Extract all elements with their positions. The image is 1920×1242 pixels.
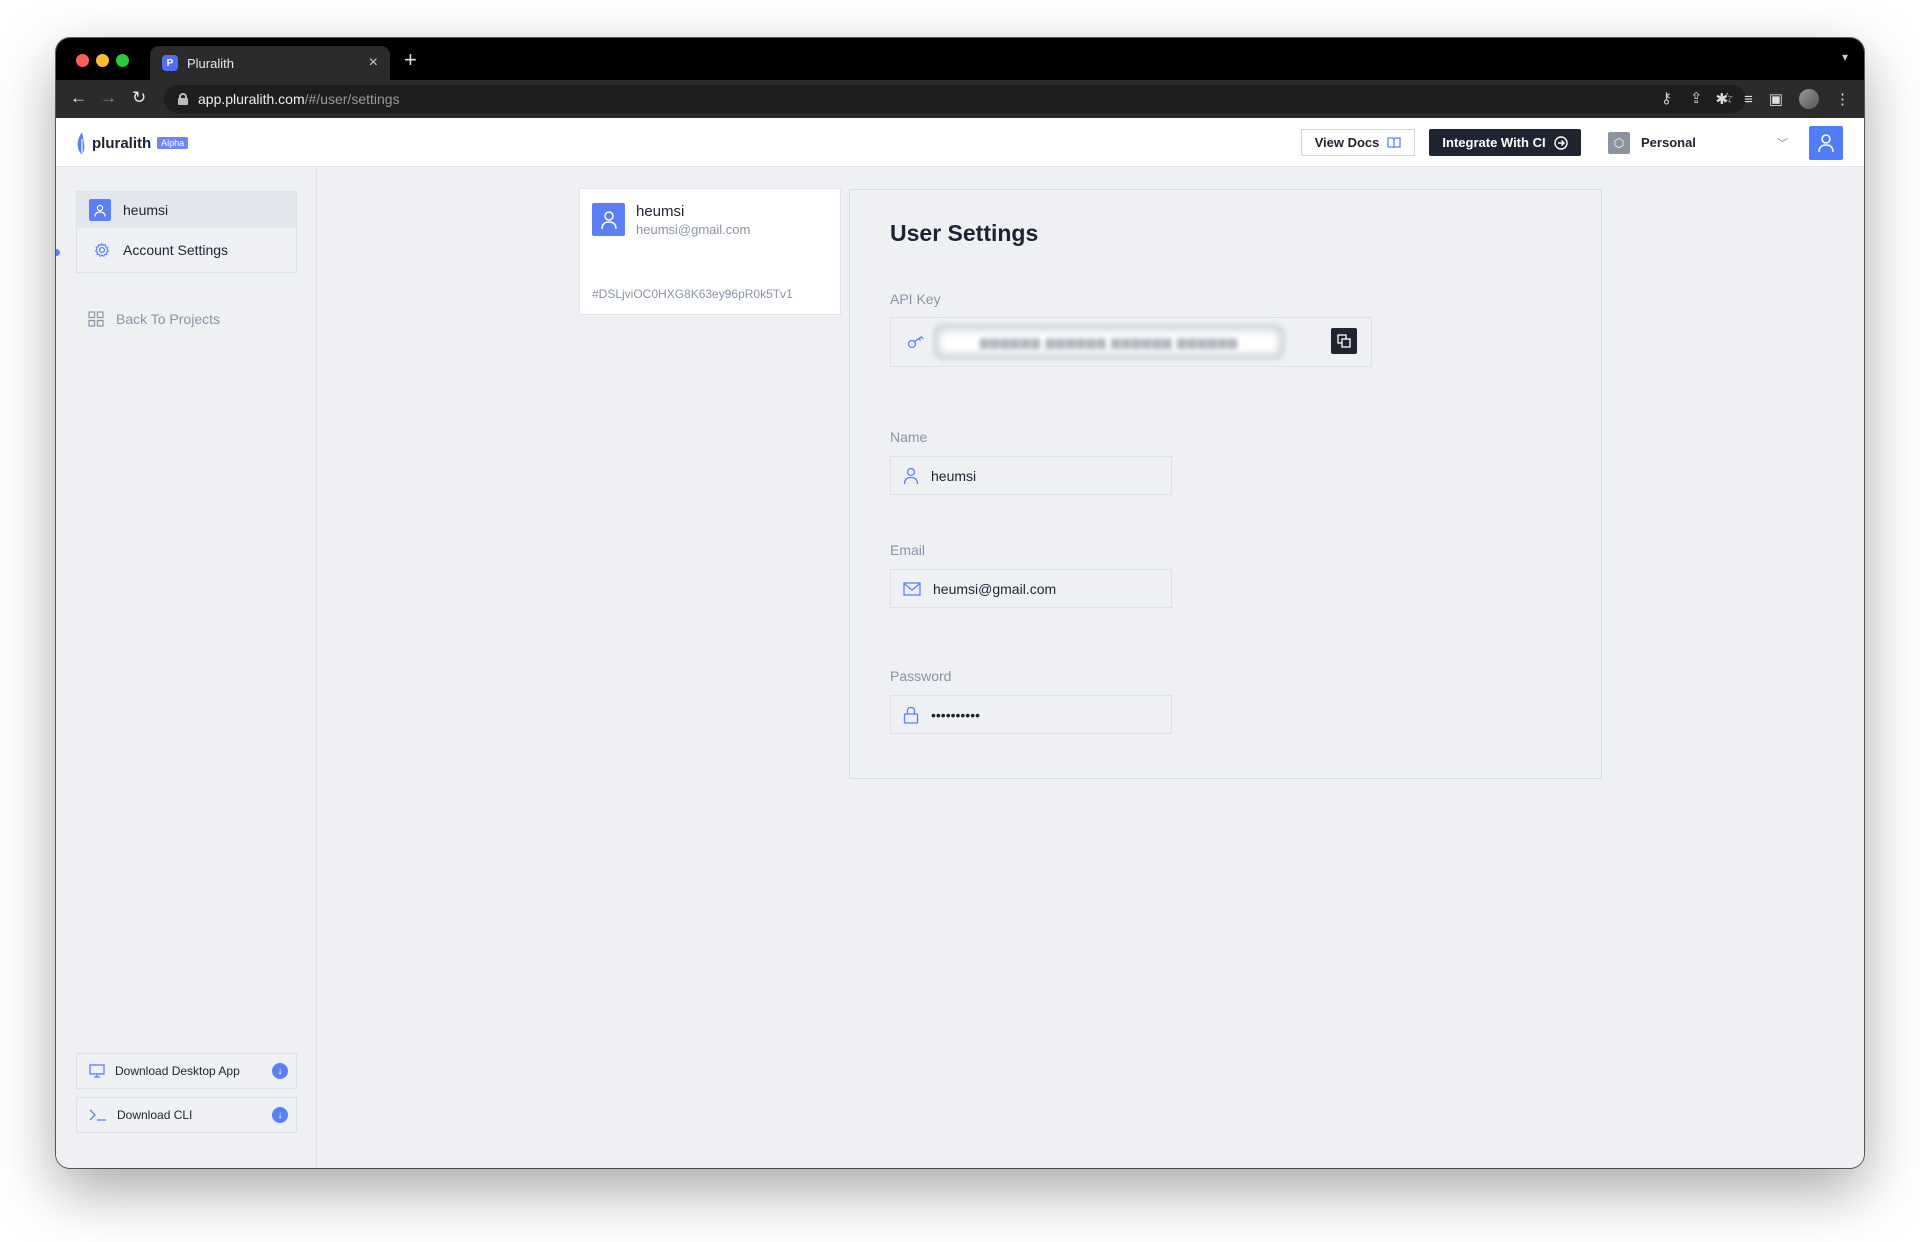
download-cli-label: Download CLI xyxy=(117,1108,193,1122)
user-icon xyxy=(903,467,919,484)
copy-api-key-button[interactable] xyxy=(1331,328,1357,354)
sidebar-item-user[interactable]: heumsi xyxy=(77,192,296,228)
name-label: Name xyxy=(890,429,928,445)
user-settings-panel: User Settings API Key ▆▆▆▆▆▆ ▆▆▆▆▆▆ ▆▆▆▆… xyxy=(849,189,1602,779)
minimize-window-button[interactable] xyxy=(96,54,109,67)
pluralith-logo-icon xyxy=(77,132,85,154)
password-label: Password xyxy=(890,668,952,684)
name-value: heumsi xyxy=(931,467,977,484)
back-arrow-icon[interactable]: ← xyxy=(70,87,87,109)
reading-list-icon[interactable]: ≡ xyxy=(1744,91,1753,108)
pluralith-favicon-icon: P xyxy=(162,55,178,71)
new-tab-button[interactable]: + xyxy=(404,46,417,74)
org-select[interactable]: ⬡ Personal ﹀ xyxy=(1602,126,1798,159)
logo-text: pluralith xyxy=(92,134,152,152)
org-hexagon-icon: ⬡ xyxy=(1608,131,1630,154)
password-value: •••••••••• xyxy=(931,706,981,723)
email-label: Email xyxy=(890,542,926,558)
share-icon[interactable]: ⇪ xyxy=(1690,89,1703,107)
sidebar-user-name: heumsi xyxy=(123,202,169,218)
close-window-button[interactable] xyxy=(76,54,89,67)
key-icon[interactable]: ⚷ xyxy=(1661,89,1672,107)
sidebar-item-account-settings[interactable]: Account Settings xyxy=(77,228,296,272)
lock-icon xyxy=(178,93,188,105)
maximize-window-button[interactable] xyxy=(116,54,129,67)
url-host: app.pluralith.com xyxy=(198,91,305,107)
profile-email: heumsi@gmail.com xyxy=(636,222,751,237)
lock-icon xyxy=(903,706,919,724)
user-icon xyxy=(1818,134,1834,153)
user-menu-button[interactable] xyxy=(1809,126,1843,160)
integrate-with-ci-label: Integrate With CI xyxy=(1442,135,1546,150)
sidebar: heumsi Account Settings Back To Projects… xyxy=(56,167,317,1168)
profile-name: heumsi xyxy=(636,203,685,220)
download-desktop-app-button[interactable]: Download Desktop App ↓ xyxy=(76,1053,297,1089)
side-panel-icon[interactable]: ▣ xyxy=(1769,90,1783,108)
chevron-down-icon: ﹀ xyxy=(1777,137,1788,150)
book-icon xyxy=(1387,136,1402,148)
download-arrow-icon: ↓ xyxy=(272,1063,288,1079)
app-header: pluralith Alpha View Docs Integrate With… xyxy=(56,118,1864,167)
browser-window: P Pluralith × + ▾ ← → ↻ app.pluralith.co… xyxy=(56,38,1864,1168)
terminal-icon xyxy=(89,1109,106,1121)
key-icon xyxy=(907,335,924,349)
api-key-value-blurred: ▆▆▆▆▆▆ ▆▆▆▆▆▆ ▆▆▆▆▆▆ ▆▆▆▆▆▆ xyxy=(933,324,1285,360)
gear-icon xyxy=(94,242,110,258)
email-value: heumsi@gmail.com xyxy=(933,580,1057,597)
email-input[interactable]: heumsi@gmail.com xyxy=(890,569,1172,608)
tab-title: Pluralith xyxy=(187,55,234,71)
org-label: Personal xyxy=(1641,135,1696,150)
mail-icon xyxy=(903,581,921,596)
active-indicator xyxy=(56,249,60,256)
forward-arrow-icon[interactable]: → xyxy=(100,87,117,109)
profile-card: heumsi heumsi@gmail.com #DSLjviOC0HXG8K6… xyxy=(579,188,841,315)
password-input[interactable]: •••••••••• xyxy=(890,695,1172,734)
extensions-puzzle-icon[interactable]: ✱ xyxy=(1715,90,1728,108)
back-to-projects-link[interactable]: Back To Projects xyxy=(88,311,220,327)
profile-user-id: #DSLjviOC0HXG8K63ey96pR0k5Tv1 xyxy=(592,287,793,301)
profile-avatar-icon[interactable] xyxy=(1799,89,1819,109)
tab-search-chevron-icon[interactable]: ▾ xyxy=(1842,50,1848,64)
download-desktop-app-label: Download Desktop App xyxy=(115,1064,240,1078)
reload-icon[interactable]: ↻ xyxy=(132,87,146,109)
tab-bar: P Pluralith × + ▾ xyxy=(56,38,1864,80)
copy-icon xyxy=(1337,334,1351,348)
api-key-label: API Key xyxy=(890,291,941,307)
pluralith-logo[interactable]: pluralith Alpha xyxy=(76,131,189,155)
download-arrow-icon: ↓ xyxy=(272,1107,288,1123)
api-key-field: ▆▆▆▆▆▆ ▆▆▆▆▆▆ ▆▆▆▆▆▆ ▆▆▆▆▆▆ xyxy=(890,317,1372,367)
profile-avatar xyxy=(592,203,625,236)
page-title: User Settings xyxy=(890,220,1039,246)
sidebar-user-group: heumsi Account Settings xyxy=(76,191,297,273)
url-input[interactable]: app.pluralith.com /#/user/settings ⚷ ⇪ ☆ xyxy=(164,85,1746,113)
name-input[interactable]: heumsi xyxy=(890,456,1172,495)
app-root: pluralith Alpha View Docs Integrate With… xyxy=(56,118,1864,1168)
view-docs-label: View Docs xyxy=(1314,135,1380,150)
back-to-projects-label: Back To Projects xyxy=(116,311,221,327)
alpha-badge: Alpha xyxy=(157,137,189,149)
arrow-circle-right-icon xyxy=(1553,135,1568,150)
download-cli-button[interactable]: Download CLI ↓ xyxy=(76,1097,297,1133)
url-path: /#/user/settings xyxy=(304,91,400,107)
close-tab-icon[interactable]: × xyxy=(369,54,378,72)
integrate-with-ci-button[interactable]: Integrate With CI xyxy=(1429,129,1581,156)
account-settings-label: Account Settings xyxy=(123,242,229,258)
browser-menu-icon[interactable]: ⋮ xyxy=(1835,90,1850,108)
monitor-icon xyxy=(89,1064,105,1078)
view-docs-button[interactable]: View Docs xyxy=(1301,129,1415,156)
grid-icon xyxy=(88,311,104,327)
address-bar: ← → ↻ app.pluralith.com /#/user/settings… xyxy=(56,80,1864,118)
user-icon xyxy=(600,210,617,229)
browser-tab[interactable]: P Pluralith × xyxy=(150,46,390,80)
user-avatar-icon xyxy=(89,199,111,221)
